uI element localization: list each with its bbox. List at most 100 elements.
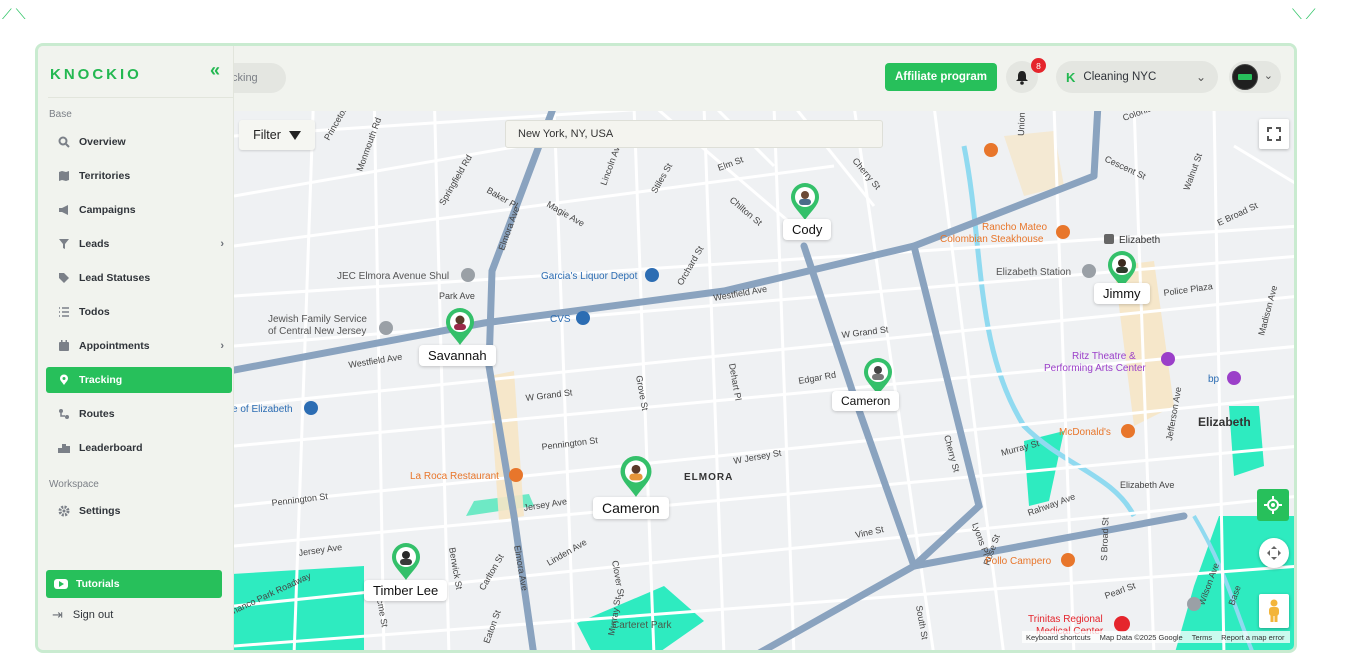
sidebar-item-label: Settings	[79, 505, 121, 517]
sidebar-item-territories[interactable]: Territories	[46, 163, 232, 189]
divider	[48, 97, 233, 98]
place-cvs: CVS	[550, 314, 571, 325]
sign-out-label: Sign out	[72, 609, 114, 621]
location-pin-icon	[57, 373, 71, 387]
street-magie: Magie Ave	[545, 199, 586, 229]
street-walnut: Walnut St	[1181, 151, 1204, 191]
knockio-logo[interactable]: KNOCKIO	[50, 66, 142, 83]
location-pin-icon	[446, 308, 474, 345]
workspace-selector[interactable]: K Cleaning NYC ⌄	[1056, 61, 1218, 93]
megaphone-icon	[57, 203, 71, 217]
location-search-input[interactable]: New York, NY, USA	[505, 120, 883, 148]
marker-label: Cody	[783, 219, 832, 240]
street-union: Union	[1016, 112, 1027, 136]
tag-icon	[57, 271, 71, 285]
place-mcdonalds: McDonald's	[1059, 427, 1111, 438]
marker-label: Savannah	[419, 345, 496, 366]
section-label-base: Base	[49, 109, 72, 120]
sidebar-item-todos[interactable]: Todos	[46, 299, 232, 325]
street-elmora-1: Elmora Ave	[496, 205, 521, 252]
bell-icon	[1016, 70, 1028, 85]
sidebar-item-overview[interactable]: Overview	[46, 129, 232, 155]
street-chilton: Chilton St	[728, 195, 765, 228]
chevron-down-icon: ⌄	[1263, 70, 1273, 82]
sidebar: KNOCKIO « Base Overview Territories Camp…	[38, 46, 234, 650]
street-westfield-1: Westfield Ave	[348, 352, 403, 370]
street-dehart: Dehart Pl	[727, 363, 743, 402]
sidebar-item-settings[interactable]: Settings	[46, 498, 232, 524]
terms-link[interactable]: Terms	[1192, 633, 1212, 642]
street-baker: Baker Pl	[485, 185, 519, 211]
place-jec: JEC Elmora Avenue Shul	[337, 271, 449, 282]
street-jersey-1: W Jersey St	[733, 448, 783, 466]
filter-icon	[57, 237, 71, 251]
double-chevron-left-icon[interactable]: «	[210, 60, 220, 81]
chevron-down-icon: ⌄	[1195, 70, 1206, 84]
place-ritz-2: Performing Arts Center	[1044, 363, 1146, 374]
street-cherry-2: Cherry St	[942, 434, 962, 474]
top-bar: cking Affiliate program 8 K Cleaning NYC…	[224, 46, 1294, 111]
location-pin-icon	[392, 543, 420, 580]
keyboard-shortcuts-link[interactable]: Keyboard shortcuts	[1026, 633, 1091, 642]
my-location-button[interactable]	[1257, 489, 1289, 521]
chevron-right-icon: ›	[220, 340, 224, 352]
sidebar-item-campaigns[interactable]: Campaigns	[46, 197, 232, 223]
street-springfield: Springfield Rd	[437, 153, 474, 207]
affiliate-program-button[interactable]: Affiliate program	[885, 63, 997, 91]
user-menu[interactable]: ⌄	[1229, 61, 1281, 93]
place-carteret: Carteret Park	[612, 620, 672, 631]
location-pin-icon	[620, 456, 652, 497]
place-garcias: Garcia's Liquor Depot	[541, 271, 638, 282]
marker-label: Cameron	[593, 497, 669, 519]
pan-control[interactable]	[1259, 538, 1289, 568]
place-la-roca: La Roca Restaurant	[410, 471, 499, 482]
decor-dash-icon: ⟋ ⟍	[2, 6, 26, 22]
place-jewish-1: Jewish Family Service	[268, 314, 367, 325]
filter-button[interactable]: Filter	[239, 120, 315, 150]
decor-dash-icon-right: ⟍ ⟋	[1292, 6, 1316, 22]
sidebar-item-label: Overview	[79, 136, 126, 148]
sidebar-item-label: Routes	[79, 408, 115, 420]
street-linden: Linden Ave	[545, 537, 588, 568]
avatar	[1232, 64, 1258, 90]
sidebar-item-tracking[interactable]: Tracking	[46, 367, 232, 393]
tutorials-button[interactable]: Tutorials	[46, 570, 222, 598]
street-view-button[interactable]	[1259, 594, 1289, 628]
marker-label: Timber Lee	[364, 580, 448, 601]
map-attribution: Keyboard shortcuts Map Data ©2025 Google…	[1022, 631, 1290, 643]
list-icon	[57, 305, 71, 319]
place-ritz-1: Ritz Theatre &	[1072, 351, 1136, 362]
map-canvas[interactable]: Westfield Ave Westfield Ave W Grand St W…	[234, 46, 1294, 650]
sidebar-item-leads[interactable]: Leads ›	[46, 231, 232, 257]
calendar-icon	[57, 339, 71, 353]
street-carlton: Carlton St	[477, 552, 506, 592]
youtube-icon	[54, 579, 68, 589]
place-elizabeth-store: e of Elizabeth	[234, 404, 293, 415]
fullscreen-button[interactable]	[1259, 119, 1289, 149]
marker-label: Jimmy	[1094, 283, 1150, 304]
street-vine: Vine St	[854, 524, 885, 540]
sidebar-item-label: Lead Statuses	[79, 272, 151, 284]
filter-icon	[288, 130, 301, 140]
workspace-logo-icon: K	[1066, 69, 1076, 85]
street-pennington-1: Pennington St	[541, 435, 599, 452]
logout-icon: ⇥	[52, 607, 63, 622]
place-jewish-2: of Central New Jersey	[268, 326, 366, 337]
report-error-link[interactable]: Report a map error	[1221, 633, 1284, 642]
map-data-text: Map Data ©2025 Google	[1099, 632, 1183, 642]
street-monmouth: Monmouth Rd	[354, 116, 383, 173]
sidebar-item-appointments[interactable]: Appointments ›	[46, 333, 232, 359]
sidebar-item-label: Leads	[79, 238, 110, 250]
sidebar-item-lead-statuses[interactable]: Lead Statuses	[46, 265, 232, 291]
place-elmora: ELMORA	[684, 472, 733, 483]
chevron-right-icon: ›	[220, 238, 224, 250]
street-elmora-2: Elmora Ave	[512, 545, 530, 592]
map-icon	[57, 169, 71, 183]
sidebar-item-leaderboard[interactable]: Leaderboard	[46, 435, 232, 461]
app-window: Westfield Ave Westfield Ave W Grand St W…	[35, 43, 1297, 653]
section-label-workspace: Workspace	[49, 479, 99, 490]
sidebar-item-label: Campaigns	[79, 204, 136, 216]
sign-out-button[interactable]: ⇥ Sign out	[52, 607, 113, 623]
route-icon	[57, 407, 71, 421]
sidebar-item-routes[interactable]: Routes	[46, 401, 232, 427]
